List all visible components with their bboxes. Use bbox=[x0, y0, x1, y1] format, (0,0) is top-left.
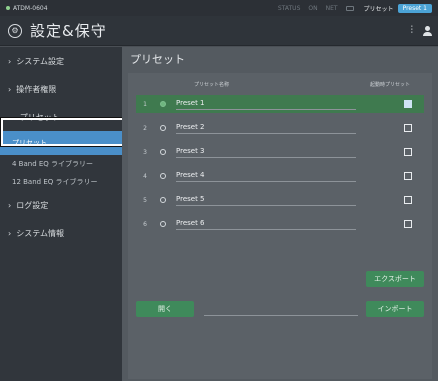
startup-checkbox[interactable] bbox=[404, 100, 412, 108]
preset-row[interactable]: 4 Preset 4 bbox=[136, 167, 424, 185]
startup-checkbox[interactable] bbox=[404, 220, 412, 228]
preset-panel: プリセット名称 起動時プリセット 1 Preset 1 2 Preset 2 3… bbox=[128, 73, 432, 379]
sidebar-item-system-info[interactable]: › システム情報 bbox=[0, 219, 122, 247]
signal-icon[interactable]: ⫶ bbox=[411, 25, 414, 36]
file-path-field[interactable] bbox=[204, 315, 358, 316]
startup-checkbox[interactable] bbox=[404, 148, 412, 156]
sidebar-item-operator-permissions[interactable]: › 操作者権限 bbox=[0, 75, 122, 103]
preset-number: 4 bbox=[143, 172, 147, 180]
sidebar-item-4band-eq-library[interactable]: 4 Band EQ ライブラリー bbox=[0, 155, 122, 173]
sidebar-item-log-settings[interactable]: › ログ設定 bbox=[0, 191, 122, 219]
chevron-right-icon: › bbox=[8, 84, 12, 94]
top-status-bar: ATDM-0604 STATUS ON NET プリセット Preset 1 bbox=[0, 0, 438, 16]
current-preset-label: プリセット bbox=[363, 5, 394, 13]
status-indicators: STATUS ON NET bbox=[278, 5, 354, 12]
preset-number: 5 bbox=[143, 196, 147, 204]
preset-number: 2 bbox=[143, 124, 147, 132]
status-item: STATUS bbox=[277, 4, 301, 12]
page-title: 設定&保守 bbox=[30, 22, 107, 40]
sidebar-item-system-settings[interactable]: › システム設定 bbox=[0, 47, 122, 75]
open-file-button[interactable]: 開く bbox=[136, 301, 194, 317]
preset-row[interactable]: 3 Preset 3 bbox=[136, 143, 424, 161]
user-icon[interactable] bbox=[423, 25, 432, 36]
chevron-right-icon: › bbox=[8, 56, 12, 66]
column-header-startup: 起動時プリセット bbox=[370, 82, 411, 88]
preset-radio[interactable] bbox=[160, 125, 166, 131]
connection-dot-icon bbox=[6, 6, 10, 10]
sidebar-item-label: 操作者権限 bbox=[16, 84, 57, 94]
device-name: ATDM-0604 bbox=[13, 4, 48, 12]
preset-name-field[interactable]: Preset 4 bbox=[176, 171, 356, 182]
preset-row[interactable]: 2 Preset 2 bbox=[136, 119, 424, 137]
sidebar-item-label: システム設定 bbox=[16, 56, 64, 66]
startup-checkbox[interactable] bbox=[404, 172, 412, 180]
battery-icon bbox=[345, 5, 354, 11]
preset-radio[interactable] bbox=[160, 149, 166, 155]
startup-checkbox[interactable] bbox=[404, 196, 412, 204]
preset-name-field[interactable]: Preset 2 bbox=[176, 123, 356, 134]
current-preset-badge[interactable]: Preset 1 bbox=[397, 3, 432, 13]
preset-row[interactable]: 6 Preset 6 bbox=[136, 215, 424, 233]
status-item: ON bbox=[308, 4, 318, 12]
status-item: NET bbox=[325, 4, 338, 12]
preset-row[interactable]: 1 Preset 1 bbox=[136, 95, 424, 113]
preset-radio[interactable] bbox=[160, 197, 166, 203]
device-indicator: ATDM-0604 bbox=[6, 5, 48, 12]
preset-name-field[interactable]: Preset 3 bbox=[176, 147, 356, 158]
preset-radio[interactable] bbox=[160, 221, 166, 227]
preset-radio[interactable] bbox=[160, 101, 166, 107]
preset-name-field[interactable]: Preset 5 bbox=[176, 195, 356, 206]
preset-number: 6 bbox=[143, 220, 147, 228]
gear-icon: ⚙ bbox=[8, 23, 22, 38]
chevron-right-icon: › bbox=[8, 228, 12, 238]
preset-row[interactable]: 5 Preset 5 bbox=[136, 191, 424, 209]
startup-checkbox[interactable] bbox=[404, 124, 412, 132]
sidebar-item-label: ログ設定 bbox=[16, 200, 49, 210]
sidebar-item-12band-eq-library[interactable]: 12 Band EQ ライブラリー bbox=[0, 173, 122, 191]
preset-radio[interactable] bbox=[160, 173, 166, 179]
chevron-right-icon: › bbox=[8, 200, 12, 210]
main-content: プリセット プリセット名称 起動時プリセット 1 Preset 1 2 Pres… bbox=[122, 47, 438, 381]
page-header: ⚙ 設定&保守 ⫶ bbox=[0, 16, 438, 46]
sidebar: › システム設定 › 操作者権限 ⌄ プリセット プリセット 4 Band EQ… bbox=[0, 47, 122, 381]
column-header-name: プリセット名称 bbox=[194, 82, 230, 88]
export-button[interactable]: エクスポート bbox=[366, 271, 424, 287]
sidebar-item-label: 4 Band EQ ライブラリー bbox=[12, 160, 94, 168]
preset-number: 1 bbox=[143, 100, 147, 108]
selection-highlight-frame bbox=[0, 117, 126, 147]
sidebar-item-label: システム情報 bbox=[16, 228, 64, 238]
preset-name-field[interactable]: Preset 1 bbox=[176, 99, 356, 110]
import-button[interactable]: インポート bbox=[366, 301, 424, 317]
preset-name-field[interactable]: Preset 6 bbox=[176, 219, 356, 230]
preset-number: 3 bbox=[143, 148, 147, 156]
sidebar-item-label: 12 Band EQ ライブラリー bbox=[12, 178, 98, 186]
section-title: プリセット bbox=[130, 53, 185, 66]
